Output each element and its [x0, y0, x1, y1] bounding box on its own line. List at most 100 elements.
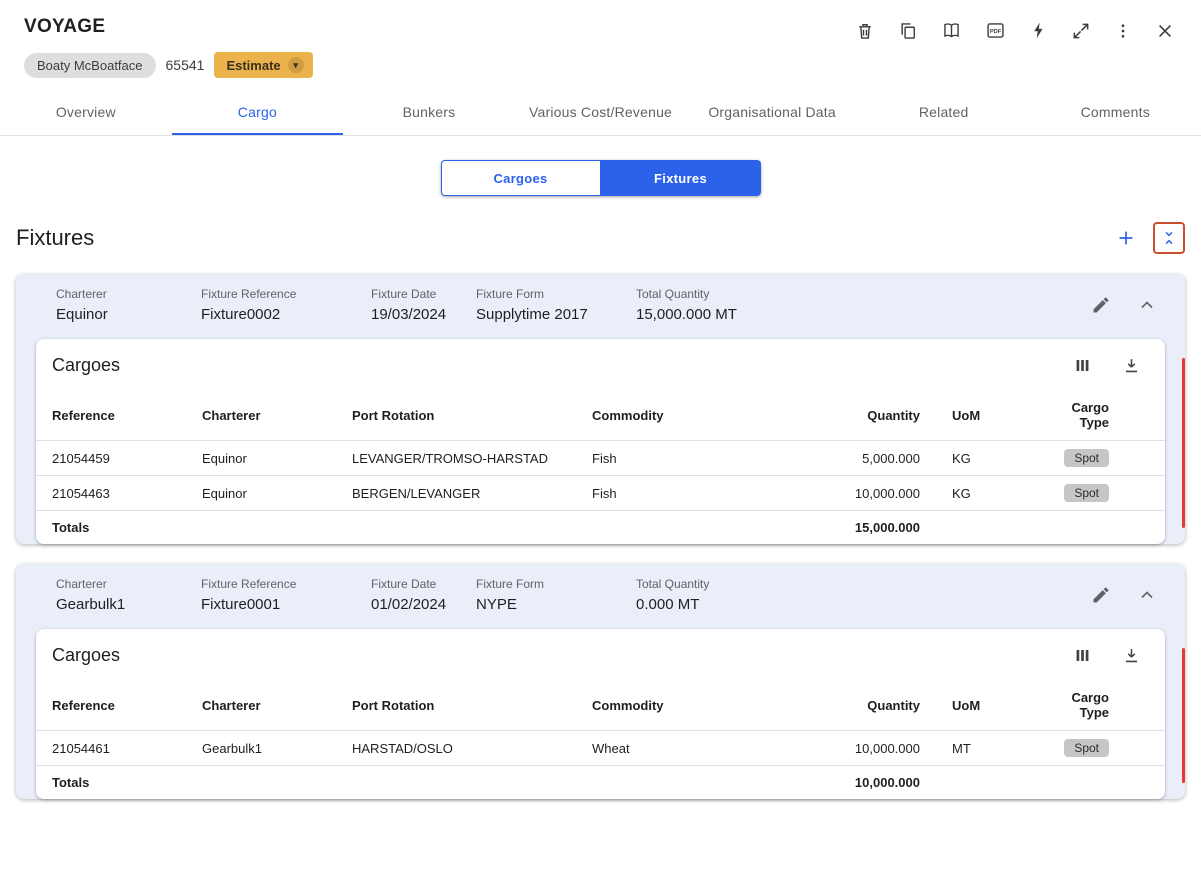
tab-bunkers[interactable]: Bunkers — [343, 92, 515, 135]
delete-button[interactable] — [853, 19, 877, 43]
validation-indicator — [1182, 358, 1185, 528]
cargo-row[interactable]: 21054461 Gearbulk1 HARSTAD/OSLO Wheat 10… — [36, 731, 1165, 766]
add-fixture-button[interactable] — [1113, 225, 1139, 251]
totals-quantity: 10,000.000 — [796, 766, 936, 800]
estimate-label: Estimate — [226, 58, 280, 73]
col-quantity: Quantity — [796, 390, 936, 441]
col-cargo-type: Cargo Type — [1026, 680, 1165, 731]
edit-fixture-button[interactable] — [1089, 293, 1113, 317]
collapse-fixture-button[interactable] — [1135, 583, 1159, 607]
fullscreen-button[interactable] — [1069, 19, 1093, 43]
close-icon — [1155, 21, 1175, 41]
more-button[interactable] — [1112, 20, 1134, 42]
close-button[interactable] — [1153, 19, 1177, 43]
cell-uom: MT — [936, 731, 1026, 766]
field-label: Fixture Form — [476, 577, 636, 591]
col-charterer: Charterer — [186, 390, 336, 441]
cell-uom: KG — [936, 476, 1026, 511]
col-reference: Reference — [36, 680, 186, 731]
tab-various-cost-revenue[interactable]: Various Cost/Revenue — [515, 92, 687, 135]
chevron-up-icon — [1137, 295, 1157, 315]
field-label: Fixture Date — [371, 287, 476, 301]
field-value: 0.000 MT — [636, 596, 709, 613]
cell-reference: 21054459 — [36, 441, 186, 476]
cargoes-toggle-button[interactable]: Cargoes — [441, 160, 601, 196]
cell-port-rotation: BERGEN/LEVANGER — [336, 476, 576, 511]
table-header-row: Reference Charterer Port Rotation Commod… — [36, 390, 1165, 441]
page-title: VOYAGE — [24, 16, 105, 38]
cargo-row[interactable]: 21054459 Equinor LEVANGER/TROMSO-HARSTAD… — [36, 441, 1165, 476]
cell-charterer: Gearbulk1 — [186, 731, 336, 766]
edit-icon — [1091, 585, 1111, 605]
totals-row: Totals 15,000.000 — [36, 511, 1165, 545]
estimate-dropdown-button[interactable]: Estimate ▾ — [214, 52, 312, 78]
collapse-fixture-button[interactable] — [1135, 293, 1159, 317]
tab-organisational-data[interactable]: Organisational Data — [686, 92, 858, 135]
collapse-all-button[interactable] — [1153, 222, 1185, 254]
col-uom: UoM — [936, 680, 1026, 731]
cargo-row[interactable]: 21054463 Equinor BERGEN/LEVANGER Fish 10… — [36, 476, 1165, 511]
more-icon — [1114, 22, 1132, 40]
field-value: 15,000.000 MT — [636, 306, 737, 323]
chevron-down-icon: ▾ — [288, 57, 304, 73]
copy-button[interactable] — [896, 19, 920, 43]
fixture-header: Charterer Gearbulk1 Fixture Reference Fi… — [16, 564, 1185, 627]
book-button[interactable] — [939, 18, 964, 43]
cargo-type-badge: Spot — [1064, 739, 1109, 757]
table-header-row: Reference Charterer Port Rotation Commod… — [36, 680, 1165, 731]
download-icon — [1122, 646, 1141, 665]
tab-related[interactable]: Related — [858, 92, 1030, 135]
cell-charterer: Equinor — [186, 441, 336, 476]
col-port-rotation: Port Rotation — [336, 680, 576, 731]
cell-uom: KG — [936, 441, 1026, 476]
cargoes-panel: Cargoes Reference Charter — [36, 629, 1165, 799]
cargoes-title: Cargoes — [52, 355, 120, 376]
cell-commodity: Fish — [576, 441, 796, 476]
columns-button[interactable] — [1071, 644, 1094, 667]
view-toggle: Cargoes Fixtures — [441, 160, 761, 196]
cell-reference: 21054463 — [36, 476, 186, 511]
field-label: Charterer — [56, 287, 201, 301]
window-toolbar: PDF — [853, 18, 1177, 43]
tab-overview[interactable]: Overview — [0, 92, 172, 135]
edit-icon — [1091, 295, 1111, 315]
field-label: Charterer — [56, 577, 201, 591]
download-button[interactable] — [1120, 354, 1143, 377]
book-icon — [941, 20, 962, 41]
pdf-icon: PDF — [985, 20, 1006, 41]
fixtures-toggle-button[interactable]: Fixtures — [601, 160, 761, 196]
cell-quantity: 10,000.000 — [796, 731, 936, 766]
cargo-type-badge: Spot — [1064, 449, 1109, 467]
svg-text:PDF: PDF — [990, 29, 1002, 35]
totals-label: Totals — [36, 511, 186, 545]
col-uom: UoM — [936, 390, 1026, 441]
cargoes-title: Cargoes — [52, 645, 120, 666]
col-reference: Reference — [36, 390, 186, 441]
tab-comments[interactable]: Comments — [1029, 92, 1201, 135]
tab-cargo[interactable]: Cargo — [172, 92, 344, 135]
totals-quantity: 15,000.000 — [796, 511, 936, 545]
download-button[interactable] — [1120, 644, 1143, 667]
field-label: Total Quantity — [636, 577, 709, 591]
plus-icon — [1115, 227, 1137, 249]
cell-quantity: 10,000.000 — [796, 476, 936, 511]
fixtures-section-title: Fixtures — [16, 225, 94, 251]
vessel-chip[interactable]: Boaty McBoatface — [24, 53, 156, 78]
pdf-button[interactable]: PDF — [983, 18, 1008, 43]
cell-commodity: Fish — [576, 476, 796, 511]
field-value: Fixture0002 — [201, 306, 371, 323]
col-quantity: Quantity — [796, 680, 936, 731]
columns-icon — [1073, 356, 1092, 375]
bolt-icon — [1029, 21, 1048, 40]
cargo-type-badge: Spot — [1064, 484, 1109, 502]
fixture-header: Charterer Equinor Fixture Reference Fixt… — [16, 274, 1185, 337]
field-value: NYPE — [476, 596, 636, 613]
columns-button[interactable] — [1071, 354, 1094, 377]
field-value: Supplytime 2017 — [476, 306, 636, 323]
bolt-button[interactable] — [1027, 19, 1050, 42]
cell-quantity: 5,000.000 — [796, 441, 936, 476]
cell-port-rotation: HARSTAD/OSLO — [336, 731, 576, 766]
field-label: Total Quantity — [636, 287, 737, 301]
field-value: Equinor — [56, 306, 201, 323]
edit-fixture-button[interactable] — [1089, 583, 1113, 607]
